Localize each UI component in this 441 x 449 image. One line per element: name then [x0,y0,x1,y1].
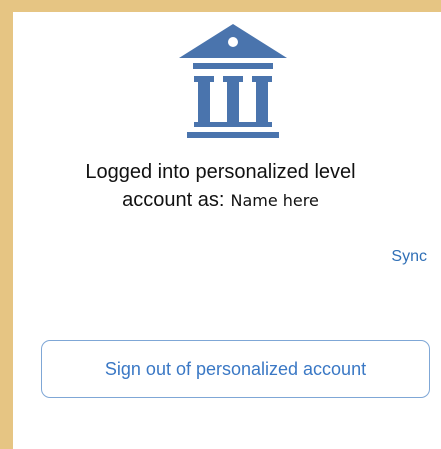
heading-line-2: account as: Name here [0,186,441,215]
sign-out-button[interactable]: Sign out of personalized account [41,340,430,398]
sync-link[interactable]: Sync [391,248,427,266]
heading-account-as: account as: [122,189,225,211]
heading-line-1: Logged into personalized level [85,161,356,183]
user-name: Name here [230,191,319,210]
bank-building-icon [179,24,287,138]
logged-in-heading: Logged into personalized level account a… [0,158,441,215]
